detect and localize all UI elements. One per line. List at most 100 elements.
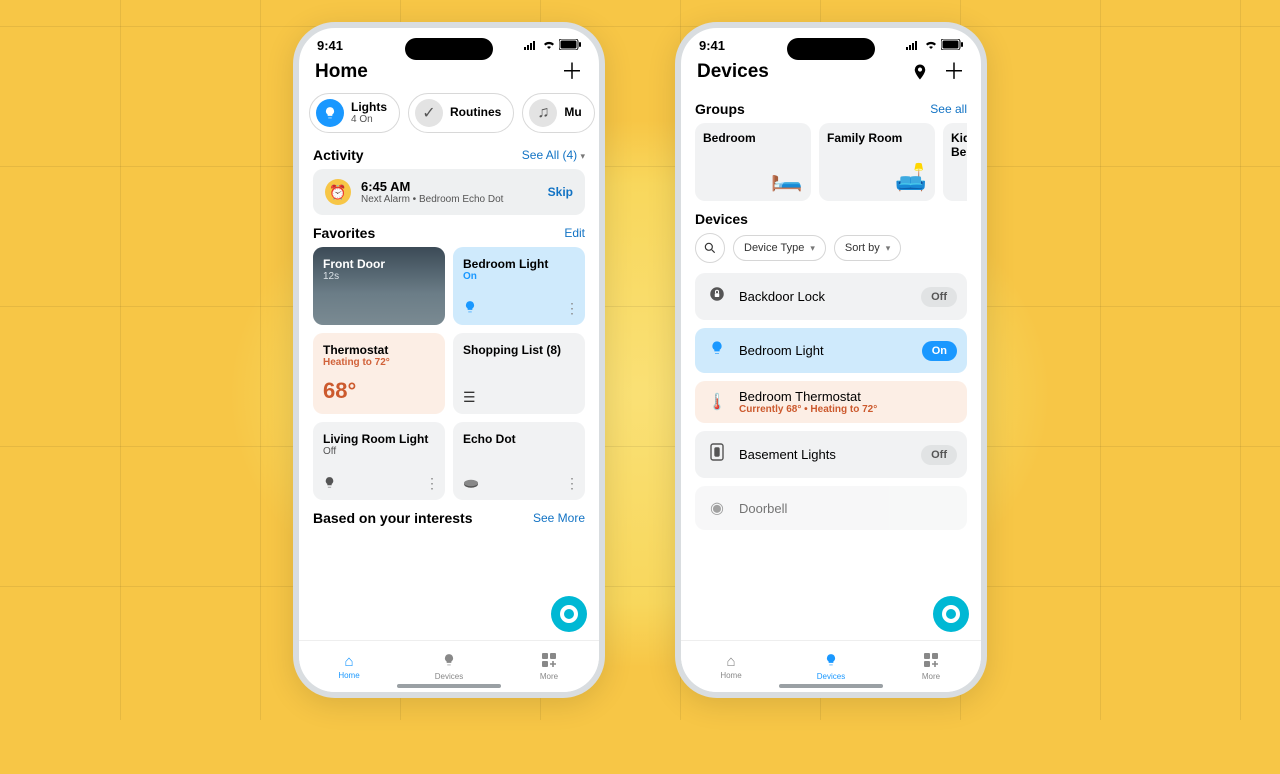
- alexa-fab[interactable]: [933, 596, 969, 632]
- battery-icon: [559, 38, 581, 53]
- bulb-icon: [463, 300, 477, 317]
- phone-devices-screen: 9:41 Devices ＋ Groups See all: [675, 22, 987, 698]
- bulb-icon: [316, 99, 344, 127]
- kebab-icon[interactable]: ⋮: [425, 475, 439, 492]
- favorites-section: Favorites Edit Front Door 12s Bedroom Li…: [299, 217, 599, 502]
- activity-alarm-card[interactable]: ⏰ 6:45 AM Next Alarm • Bedroom Echo Dot …: [313, 169, 585, 215]
- signal-icon: [524, 38, 539, 53]
- devices-section: Devices Device Type▾ Sort by▾ Backdoor L…: [681, 203, 981, 532]
- favorite-echo-card[interactable]: Echo Dot ⋮: [453, 422, 585, 500]
- header: Home ＋: [299, 55, 599, 93]
- echo-icon: [463, 476, 479, 492]
- alexa-ring-icon: [560, 605, 578, 623]
- tab-home[interactable]: ⌂Home: [681, 641, 781, 692]
- bulb-icon: [824, 653, 838, 671]
- phone-home-screen: 9:41 Home ＋ Lights4 On: [293, 22, 605, 698]
- section-title: Favorites: [313, 225, 375, 241]
- chip-sub: 4 On: [351, 114, 387, 125]
- chip-label: Mu: [564, 106, 581, 119]
- group-card-bedroom[interactable]: Bedroom 🛏️: [695, 123, 811, 201]
- see-more-link[interactable]: See More: [533, 511, 585, 525]
- chip-label: Routines: [450, 106, 501, 119]
- state-pill[interactable]: On: [922, 341, 957, 361]
- groups-section: Groups See all Bedroom 🛏️ Family Room 🛋️…: [681, 93, 981, 203]
- chip-routines[interactable]: ✓ Routines: [408, 93, 514, 133]
- status-time: 9:41: [317, 38, 343, 53]
- alarm-sub: Next Alarm • Bedroom Echo Dot: [361, 194, 538, 205]
- chip-lights[interactable]: Lights4 On: [309, 93, 400, 133]
- section-title: Based on your interests: [313, 510, 473, 526]
- edit-link[interactable]: Edit: [564, 226, 585, 240]
- home-indicator: [397, 684, 501, 688]
- favorite-camera-card[interactable]: Front Door 12s: [313, 247, 445, 325]
- device-row-backdoor-lock[interactable]: Backdoor Lock Off: [695, 273, 967, 320]
- home-indicator: [779, 684, 883, 688]
- home-icon: ⌂: [726, 653, 735, 670]
- device-row-doorbell[interactable]: ◉ Doorbell: [695, 486, 967, 530]
- music-icon: ♫: [529, 99, 557, 127]
- alarm-time: 6:45 AM: [361, 179, 538, 194]
- wifi-icon: [542, 38, 556, 53]
- interests-section: Based on your interests See More: [299, 502, 599, 572]
- kebab-icon[interactable]: ⋮: [565, 475, 579, 492]
- chevron-down-icon: ▾: [580, 151, 585, 161]
- favorite-thermostat-card[interactable]: Thermostat Heating to 72° 68°: [313, 333, 445, 414]
- activity-section: Activity See All (4) ▾ ⏰ 6:45 AM Next Al…: [299, 139, 599, 217]
- group-card-kids-bedroom[interactable]: Kids Be: [943, 123, 967, 201]
- status-icons: [524, 38, 581, 53]
- device-row-bedroom-light[interactable]: Bedroom Light On: [695, 328, 967, 373]
- bulb-icon: [323, 476, 336, 492]
- chip-music[interactable]: ♫ Mu: [522, 93, 594, 133]
- notch: [787, 38, 875, 60]
- page-title: Home: [315, 61, 368, 83]
- check-clock-icon: ✓: [415, 99, 443, 127]
- bulb-icon: [442, 653, 456, 671]
- header: Devices ＋: [681, 55, 981, 93]
- notch: [405, 38, 493, 60]
- doorbell-icon: ◉: [705, 498, 729, 518]
- tab-home[interactable]: ⌂Home: [299, 641, 399, 692]
- section-title: Groups: [695, 101, 745, 117]
- search-button[interactable]: [695, 233, 725, 263]
- section-title: Activity: [313, 147, 364, 163]
- kebab-icon[interactable]: ⋮: [565, 300, 579, 317]
- state-pill[interactable]: Off: [921, 445, 957, 465]
- favorite-living-light-card[interactable]: Living Room Light Off ⋮: [313, 422, 445, 500]
- sofa-illustration-icon: 🛋️: [895, 162, 927, 193]
- grid-plus-icon: [924, 653, 938, 671]
- lock-icon: [705, 285, 729, 308]
- status-time: 9:41: [699, 38, 725, 53]
- signal-icon: [906, 38, 921, 53]
- device-row-basement-lights[interactable]: Basement Lights Off: [695, 431, 967, 478]
- battery-icon: [941, 38, 963, 53]
- state-pill[interactable]: Off: [921, 287, 957, 307]
- see-all-link[interactable]: See all: [930, 102, 967, 116]
- alarm-icon: ⏰: [325, 179, 351, 205]
- list-icon: ☰: [463, 389, 476, 406]
- chip-label: Lights: [351, 101, 387, 114]
- thermostat-value: 68°: [323, 378, 435, 404]
- grid-plus-icon: [542, 653, 556, 671]
- bedroom-illustration-icon: 🛏️: [771, 162, 803, 193]
- chevron-down-icon: ▾: [810, 243, 815, 254]
- wifi-icon: [924, 38, 938, 53]
- status-icons: [906, 38, 963, 53]
- skip-button[interactable]: Skip: [548, 185, 573, 199]
- sort-by[interactable]: Sort by▾: [834, 235, 901, 261]
- favorite-shopping-card[interactable]: Shopping List (8) ☰: [453, 333, 585, 414]
- home-icon: ⌂: [344, 653, 353, 670]
- add-button[interactable]: ＋: [943, 61, 965, 83]
- chevron-down-icon: ▾: [886, 243, 891, 254]
- group-card-family-room[interactable]: Family Room 🛋️: [819, 123, 935, 201]
- add-button[interactable]: ＋: [561, 61, 583, 83]
- alexa-fab[interactable]: [551, 596, 587, 632]
- tab-more[interactable]: More: [881, 641, 981, 692]
- device-row-bedroom-thermostat[interactable]: 🌡️ Bedroom Thermostat Currently 68° • He…: [695, 381, 967, 423]
- thermometer-icon: 🌡️: [705, 392, 729, 412]
- filter-device-type[interactable]: Device Type▾: [733, 235, 826, 261]
- favorite-bedroom-light-card[interactable]: Bedroom Light On ⋮: [453, 247, 585, 325]
- alexa-ring-icon: [942, 605, 960, 623]
- tab-more[interactable]: More: [499, 641, 599, 692]
- see-all-link[interactable]: See All (4) ▾: [522, 148, 585, 162]
- location-pin-icon[interactable]: [911, 63, 929, 81]
